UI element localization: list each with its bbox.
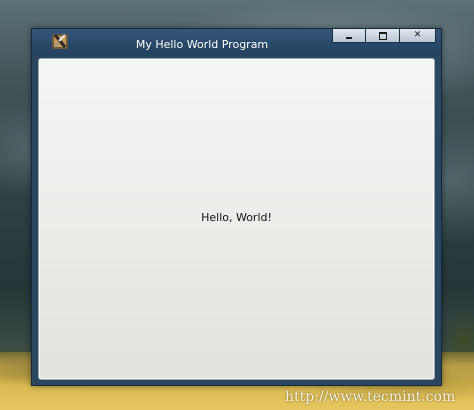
window-client-area: Hello, World!: [38, 58, 435, 380]
app-window: My Hello World Program ✕ Hello, World!: [31, 28, 442, 386]
maximize-button[interactable]: [366, 29, 400, 43]
watermark-text: http://www.tecmint.com: [285, 389, 456, 405]
minimize-button[interactable]: [332, 29, 366, 43]
window-titlebar[interactable]: My Hello World Program ✕: [32, 29, 441, 56]
minimize-icon: [346, 37, 352, 39]
close-icon: ✕: [413, 30, 422, 40]
app-launcher-icon[interactable]: [50, 31, 70, 51]
window-title: My Hello World Program: [135, 38, 269, 51]
maximize-icon: [378, 31, 387, 40]
desktop-background: My Hello World Program ✕ Hello, World! h…: [0, 0, 474, 410]
hello-world-label: Hello, World!: [201, 211, 272, 224]
window-controls: ✕: [332, 29, 436, 43]
close-button[interactable]: ✕: [400, 29, 436, 43]
